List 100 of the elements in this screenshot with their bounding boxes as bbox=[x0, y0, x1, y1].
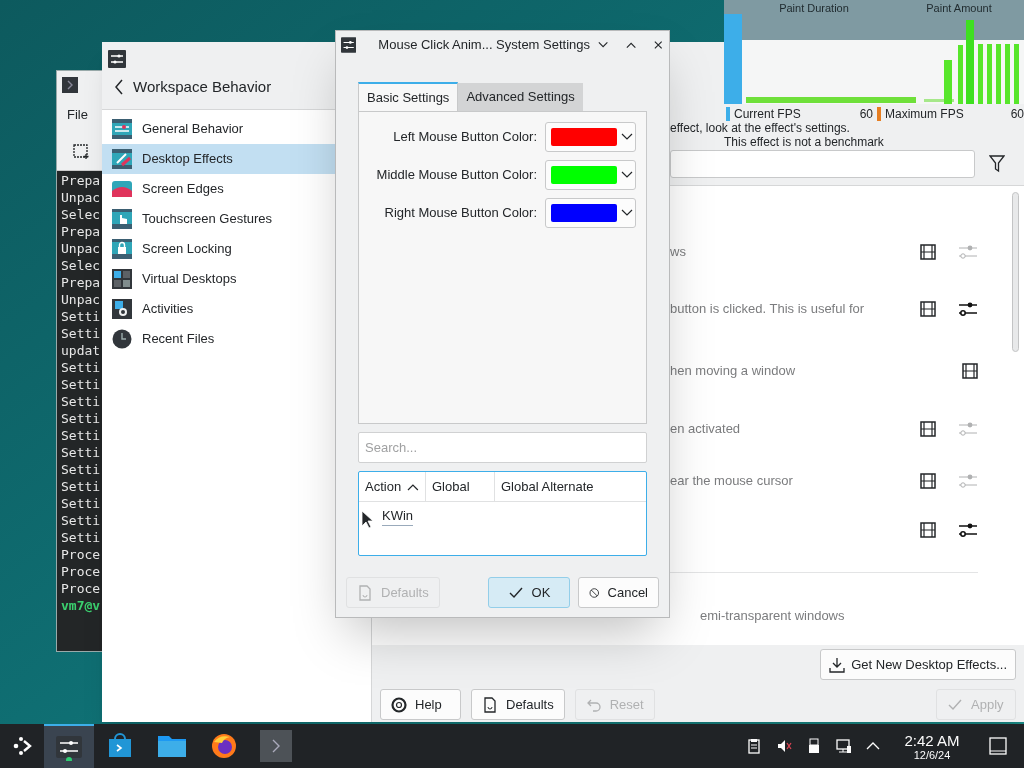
category-icon bbox=[112, 179, 132, 199]
column-header[interactable]: Action bbox=[359, 472, 426, 501]
category-icon bbox=[112, 209, 132, 229]
film-icon[interactable] bbox=[920, 301, 936, 317]
get-new-effects-button[interactable]: Get New Desktop Effects... bbox=[820, 649, 1016, 680]
clock-time: 2:42 AM bbox=[904, 731, 960, 749]
globe-icon[interactable] bbox=[210, 732, 238, 760]
terminal-line: Setti bbox=[61, 512, 102, 529]
muted-speaker-icon[interactable] bbox=[776, 738, 792, 754]
graph-title: Paint Duration bbox=[779, 1, 849, 16]
menu-item[interactable]: File bbox=[67, 105, 88, 125]
sliders-icon[interactable] bbox=[958, 473, 978, 489]
film-icon[interactable] bbox=[920, 473, 936, 489]
show-desktop-icon[interactable] bbox=[989, 737, 1007, 755]
film-icon[interactable] bbox=[920, 421, 936, 437]
terminal-prompt: vm7@v bbox=[61, 597, 102, 614]
terminal-line: Setti bbox=[61, 325, 102, 342]
sidebar-item[interactable]: Screen Edges bbox=[102, 174, 371, 204]
maximize-icon[interactable] bbox=[626, 41, 637, 49]
ok-button[interactable]: OK bbox=[488, 577, 570, 608]
stat-label: Current FPS bbox=[734, 106, 801, 121]
terminal-line: Setti bbox=[61, 427, 102, 444]
terminal-line: Setti bbox=[61, 410, 102, 427]
lifebuoy-icon bbox=[391, 696, 407, 713]
sidebar-item[interactable]: Virtual Desktops bbox=[102, 264, 371, 294]
film-icon[interactable] bbox=[920, 244, 936, 260]
terminal-line: Setti bbox=[61, 376, 102, 393]
terminal-line: Setti bbox=[61, 444, 102, 461]
page-title: Workspace Behavior bbox=[133, 77, 272, 97]
back-icon[interactable] bbox=[114, 79, 124, 96]
tab[interactable]: Basic Settings bbox=[358, 82, 459, 111]
defaults-button[interactable]: Defaults bbox=[471, 689, 565, 720]
sliders-icon[interactable] bbox=[958, 301, 978, 317]
search-field[interactable] bbox=[670, 150, 975, 178]
category-icon bbox=[112, 299, 132, 319]
window-title: Mouse Click Anim... System Settings bbox=[377, 36, 591, 55]
scrollbar-thumb[interactable] bbox=[1011, 192, 1019, 352]
effect-description: hen moving a window bbox=[670, 362, 796, 381]
settings-app-icon bbox=[341, 36, 357, 54]
film-icon[interactable] bbox=[920, 522, 936, 538]
color-picker[interactable] bbox=[545, 122, 636, 152]
usb-drive-icon[interactable] bbox=[806, 738, 822, 754]
help-button[interactable]: Help bbox=[380, 689, 461, 720]
search-field[interactable]: Search... bbox=[358, 432, 647, 463]
settings-app-icon bbox=[108, 50, 126, 68]
category-icon bbox=[112, 239, 132, 259]
expand-tray-icon[interactable] bbox=[866, 742, 880, 750]
effect-description: emi-transparent windows bbox=[700, 606, 845, 625]
terminal-line: Proce bbox=[61, 580, 102, 597]
sidebar-item[interactable]: Activities bbox=[102, 294, 371, 324]
network-icon[interactable] bbox=[836, 738, 852, 754]
chevron-down-icon bbox=[621, 171, 633, 179]
field-label: Middle Mouse Button Color: bbox=[376, 166, 537, 185]
clock[interactable]: 2:42 AM 12/6/24 bbox=[892, 731, 972, 761]
column-header[interactable]: Global Alternate bbox=[495, 472, 646, 501]
field-label: Right Mouse Button Color: bbox=[384, 204, 537, 223]
terminal-line: Selec bbox=[61, 257, 102, 274]
effect-description: button is clicked. This is useful for bbox=[670, 300, 865, 319]
new-tab-icon[interactable] bbox=[73, 141, 91, 160]
chevron-down-icon bbox=[621, 209, 633, 217]
sliders-icon[interactable] bbox=[958, 522, 978, 538]
graph-title: Paint Amount bbox=[926, 1, 992, 16]
effect-description: ws bbox=[670, 243, 686, 262]
effect-description: ear the mouse cursor bbox=[670, 472, 793, 491]
field-label: Left Mouse Button Color: bbox=[393, 128, 537, 147]
effect-description: en activated bbox=[670, 420, 741, 439]
shopping-bag-icon[interactable] bbox=[106, 732, 134, 760]
clipboard-icon[interactable] bbox=[746, 738, 762, 754]
terminal-line: updat bbox=[61, 342, 102, 359]
sidebar-item[interactable]: Touchscreen Gestures bbox=[102, 204, 371, 234]
tab[interactable]: Advanced Settings bbox=[458, 83, 583, 111]
terminal-line: Setti bbox=[61, 308, 102, 325]
document-icon bbox=[482, 696, 498, 713]
sort-ascending-icon bbox=[407, 482, 419, 491]
folder-icon[interactable] bbox=[157, 733, 187, 759]
settings-app-icon bbox=[55, 733, 83, 761]
minimize-icon[interactable] bbox=[598, 41, 609, 49]
column-header[interactable]: Global bbox=[426, 472, 495, 501]
clock-date: 12/6/24 bbox=[913, 748, 951, 761]
color-picker[interactable] bbox=[545, 198, 636, 228]
terminal-app-icon bbox=[62, 77, 78, 93]
sidebar-item[interactable]: Recent Files bbox=[102, 324, 371, 354]
film-icon[interactable] bbox=[962, 363, 978, 379]
graph-bar bbox=[996, 44, 1001, 104]
stat-value: 60 bbox=[1010, 106, 1024, 121]
category-icon bbox=[112, 119, 132, 139]
sidebar-item[interactable]: General Behavior bbox=[102, 114, 371, 144]
cancel-button[interactable]: Cancel bbox=[578, 577, 659, 608]
stat-value: 60 bbox=[859, 106, 873, 121]
close-icon[interactable] bbox=[654, 40, 663, 50]
color-picker[interactable] bbox=[545, 160, 636, 190]
terminal-line: Setti bbox=[61, 478, 102, 495]
sliders-icon[interactable] bbox=[958, 244, 978, 260]
tree-item[interactable]: KWin bbox=[382, 505, 414, 527]
graph-bar bbox=[987, 44, 992, 104]
sliders-icon[interactable] bbox=[958, 421, 978, 437]
filter-icon[interactable] bbox=[989, 155, 1005, 173]
sidebar-item[interactable]: Screen Locking bbox=[102, 234, 371, 264]
taskbar-task[interactable] bbox=[44, 724, 94, 768]
stat-label: Maximum FPS bbox=[885, 106, 964, 121]
